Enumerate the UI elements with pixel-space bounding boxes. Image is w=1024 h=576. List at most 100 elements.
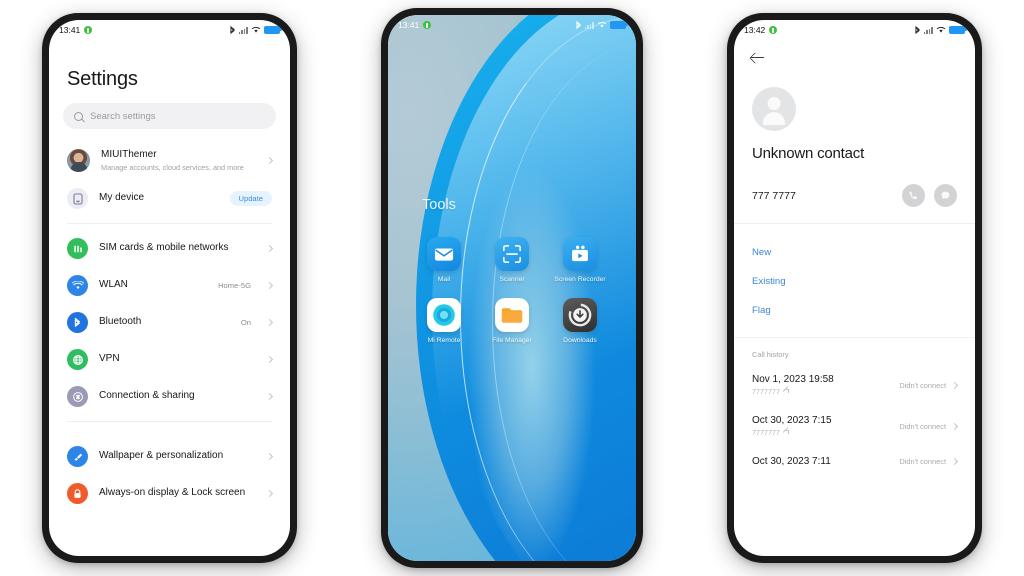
sidebar-item-wallpaper[interactable]: Wallpaper & personalization [63,438,276,475]
device-label: My device [99,192,145,204]
link-flag[interactable]: Flag [752,296,957,325]
app-grid: Mail Scanner Screen Recorder Mi Remote F… [388,213,636,346]
sidebar-item-value: On [240,318,251,327]
chevron-right-icon [265,489,274,498]
app-screen-recorder[interactable]: Screen Recorder [552,237,608,284]
app-downloads[interactable]: Downloads [552,298,608,345]
folder-title: Tools [422,197,456,213]
mail-icon [427,237,461,271]
sidebar-item-bluetooth[interactable]: Bluetooth On [63,304,276,341]
call-button[interactable] [902,184,925,207]
page-title: Settings [67,68,138,90]
avatar [752,87,796,131]
sidebar-item-connection-sharing[interactable]: Connection & sharing [63,378,276,415]
chevron-right-icon [265,156,274,165]
lock-icon [67,483,88,504]
settings-screen: 13:41 Settings Search settings MIUITheme… [49,20,290,556]
message-button[interactable] [934,184,957,207]
sidebar-item-sim-cards[interactable]: SIM cards & mobile networks [63,230,276,267]
app-mi-remote[interactable]: Mi Remote [416,298,472,345]
call-number: 7777777 [752,387,780,396]
app-label: Downloads [563,337,597,345]
update-badge[interactable]: Update [229,191,272,206]
downloads-icon [563,298,597,333]
account-name: MIUIThemer [101,149,157,161]
sidebar-item-value: Home-5G [218,281,251,290]
globe-icon [67,349,88,370]
app-mail[interactable]: Mail [416,237,472,284]
table-row[interactable]: Oct 30, 2023 7:15 7777777 Didn't connect [734,406,975,447]
link-icon [67,386,88,407]
search-icon [74,111,83,121]
contact-name: Unknown contact [752,145,865,162]
phone-contact: 13:42 Unknown contact 777 7777 New Exist… [727,13,982,563]
phone-home: 13:41 Tools Mail Scanner Screen Recorder… [381,8,643,568]
call-history-label: Call history [734,337,975,365]
call-status: Didn't connect [899,457,946,466]
outgoing-arrow-icon [783,388,789,395]
app-file-manager[interactable]: File Manager [484,298,540,345]
sidebar-item-label: Always-on display & Lock screen [99,487,246,499]
app-label: Scanner [499,276,525,283]
status-bar: 13:42 [734,20,975,40]
link-new[interactable]: New [752,238,957,267]
sidebar-item-wlan[interactable]: WLAN Home-5G [63,267,276,304]
chevron-right-icon [265,355,274,364]
chevron-right-icon [950,381,959,389]
divider [67,421,272,422]
search-input[interactable]: Search settings [63,103,276,129]
bluetooth-icon [576,20,581,29]
brush-icon [67,446,88,467]
account-subtitle: Manage accounts, cloud services, and mor… [101,162,244,172]
contact-links: New Existing Flag [734,224,975,331]
screen-recorder-icon [563,237,597,271]
sidebar-item-my-device[interactable]: My device Update [63,180,276,217]
sidebar-item-label: Connection & sharing [99,390,195,402]
battery-icon [949,26,967,34]
file-manager-icon [495,298,529,333]
search-placeholder: Search settings [90,110,156,122]
chevron-right-icon [950,457,959,466]
signal-icon [923,26,933,34]
bluetooth-icon [230,25,235,34]
sidebar-item-aod-lockscreen[interactable]: Always-on display & Lock screen [63,475,276,512]
app-scanner[interactable]: Scanner [484,237,540,284]
app-label: File Manager [492,337,532,345]
sidebar-item-label: VPN [99,353,120,365]
notification-dot-icon [423,21,432,29]
back-button[interactable] [734,40,975,65]
signal-icon [238,26,248,34]
mi-remote-icon [427,298,461,333]
sidebar-item-vpn[interactable]: VPN [63,341,276,378]
battery-icon [264,26,282,34]
contact-content: Unknown contact 777 7777 New Existing Fl… [734,40,975,556]
settings-content: Settings Search settings MIUIThemer Mana… [49,40,290,556]
table-row[interactable]: Nov 1, 2023 19:58 7777777 Didn't connect [734,365,975,406]
app-label: Mail [437,276,451,283]
screenshot-stage: 13:41 Settings Search settings MIUITheme… [0,0,1024,576]
chevron-right-icon [265,318,274,327]
sidebar-item-account[interactable]: MIUIThemer Manage accounts, cloud servic… [63,141,276,180]
contact-header: Unknown contact [734,65,975,162]
wifi-icon [936,26,946,33]
call-date: Oct 30, 2023 7:11 [752,456,831,467]
notification-dot-icon [84,26,93,34]
call-status: Didn't connect [899,421,946,431]
phone-number-row[interactable]: 777 7777 [734,162,975,224]
call-status: Didn't connect [899,380,946,390]
sidebar-item-label: Wallpaper & personalization [99,450,224,462]
chevron-right-icon [265,392,274,401]
call-date: Oct 30, 2023 7:15 [752,415,832,426]
bluetooth-icon [67,312,88,333]
divider [67,223,272,224]
link-existing[interactable]: Existing [752,267,957,296]
call-date: Nov 1, 2023 19:58 [752,374,834,385]
back-arrow-icon [750,50,765,65]
status-time: 13:42 [744,25,766,35]
table-row[interactable]: Oct 30, 2023 7:11 Didn't connect [734,447,975,477]
sidebar-item-label: SIM cards & mobile networks [99,242,229,254]
phone-settings: 13:41 Settings Search settings MIUITheme… [42,13,297,563]
status-time: 13:41 [59,25,81,35]
wifi-icon [597,21,607,28]
